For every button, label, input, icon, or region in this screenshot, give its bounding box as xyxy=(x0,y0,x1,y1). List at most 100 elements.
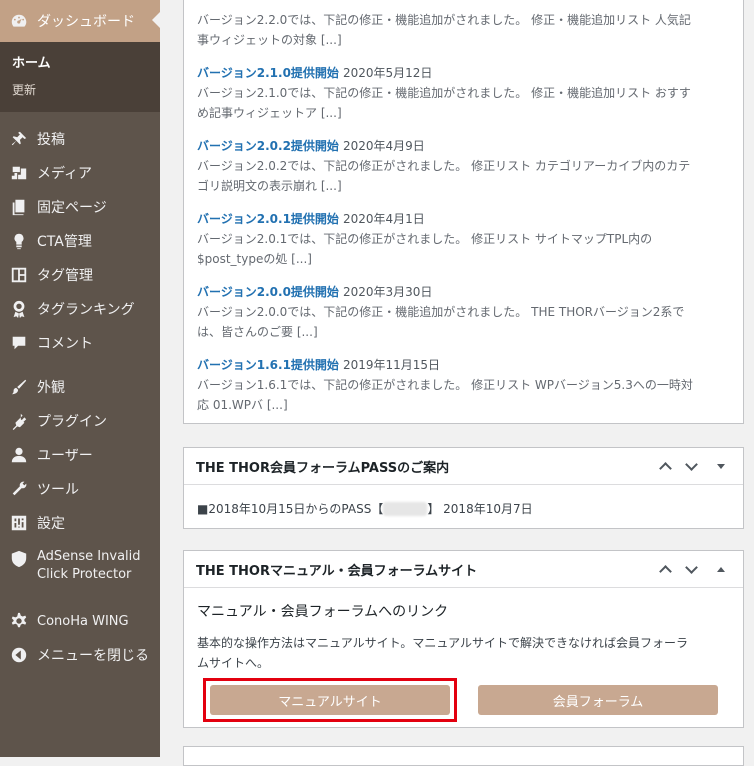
news-item: バージョン2.1.0提供開始 2020年5月12日 バージョン2.1.0では、下記… xyxy=(197,62,732,123)
news-excerpt: バージョン2.0.1では、下記の修正がされました。 修正リスト サイトマップTP… xyxy=(197,232,653,266)
sidebar-item-label: ツール xyxy=(37,482,79,498)
news-excerpt: バージョン2.2.0では、下記の修正・機能追加がされました。 修正・機能追加リス… xyxy=(197,13,691,47)
news-date: 2020年3月30日 xyxy=(342,285,433,299)
caret-down-icon xyxy=(717,463,725,469)
sidebar-item-label: AdSense Invalid Click Protector xyxy=(37,549,141,582)
theme-news-panel: バージョン2.2.0では、下記の修正・機能追加がされました。 修正・機能追加リス… xyxy=(183,0,744,424)
sidebar-item-label: メディア xyxy=(37,166,93,182)
sidebar-item-pages[interactable]: 固定ページ xyxy=(0,196,160,218)
news-title-link[interactable]: バージョン2.0.2提供開始 xyxy=(197,139,339,153)
sidebar-item-conoha[interactable]: ConoHa WING xyxy=(0,610,160,632)
highlight-box xyxy=(203,678,457,722)
page-icon xyxy=(9,197,29,217)
manual-forum-panel: THE THORマニュアル・会員フォーラムサイト マニュアル・会員フォーラムへの… xyxy=(183,550,744,728)
dashboard-icon xyxy=(9,11,29,31)
sidebar-item-label: コメント xyxy=(37,336,93,352)
sidebar-item-tools[interactable]: ツール xyxy=(0,478,160,500)
news-item: バージョン2.0.0提供開始 2020年3月30日 バージョン2.0.0では、下記… xyxy=(197,281,732,342)
redacted-password xyxy=(383,501,428,516)
wrench-icon xyxy=(9,479,29,499)
news-title-link[interactable]: バージョン2.0.1提供開始 xyxy=(197,212,339,226)
news-title-link[interactable]: バージョン1.6.1提供開始 xyxy=(197,358,339,372)
panel-header: THE THORマニュアル・会員フォーラムサイト xyxy=(184,551,743,588)
sidebar-item-label: 設定 xyxy=(37,516,65,532)
submenu-update[interactable]: 更新 xyxy=(12,81,36,98)
news-date: 2020年5月12日 xyxy=(342,66,433,80)
panel-title: THE THOR会員フォーラムPASSのご案内 xyxy=(196,460,450,476)
sidebar-item-appearance[interactable]: 外観 xyxy=(0,376,160,398)
sidebar-item-label: CTA管理 xyxy=(37,234,92,250)
media-icon xyxy=(9,163,29,183)
forum-pass-panel: THE THOR会員フォーラムPASSのご案内 ■2018年10月15日からのP… xyxy=(183,447,744,529)
lightbulb-icon xyxy=(9,231,29,251)
news-item: バージョン2.0.2提供開始 2020年4月9日 バージョン2.0.2では、下記の… xyxy=(197,135,732,196)
sidebar-item-adsense[interactable]: AdSense Invalid Click Protector xyxy=(0,548,160,588)
sidebar-item-label: ユーザー xyxy=(37,448,93,464)
sidebar-item-media[interactable]: メディア xyxy=(0,162,160,184)
gear-icon xyxy=(9,611,29,631)
sidebar-item-label: 固定ページ xyxy=(37,200,107,216)
pin-icon xyxy=(9,129,29,149)
move-up-button[interactable] xyxy=(655,559,675,579)
sidebar-item-label: メニューを閉じる xyxy=(37,648,149,664)
panel-subtitle: マニュアル・会員フォーラムへのリンク xyxy=(197,604,449,620)
news-item-partial: バージョン2.2.0では、下記の修正・機能追加がされました。 修正・機能追加リス… xyxy=(197,0,732,50)
news-item: バージョン1.6.1提供開始 2019年11月15日 バージョン1.6.1では、下… xyxy=(197,354,732,415)
admin-sidebar: ダッシュボード ホーム 更新 投稿 メディア 固定ページ CTA管理 タグ管理 … xyxy=(0,0,160,757)
news-excerpt: バージョン2.0.0では、下記の修正・機能追加がされました。 THE THORバ… xyxy=(197,305,685,339)
news-date: 2020年4月1日 xyxy=(342,212,425,226)
toggle-panel-button[interactable] xyxy=(711,456,731,476)
panel-title: THE THORマニュアル・会員フォーラムサイト xyxy=(196,563,478,579)
sidebar-item-tags[interactable]: タグ管理 xyxy=(0,264,160,286)
shield-icon xyxy=(9,549,29,569)
sidebar-item-label: ConoHa WING xyxy=(37,613,129,629)
sidebar-item-label: 投稿 xyxy=(37,132,65,148)
toggle-panel-button[interactable] xyxy=(711,559,731,579)
chevron-up-icon xyxy=(658,564,672,578)
news-title-link[interactable]: バージョン2.1.0提供開始 xyxy=(197,66,339,80)
news-date: 2020年4月9日 xyxy=(342,139,425,153)
submenu-home[interactable]: ホーム xyxy=(12,52,51,71)
move-down-button[interactable] xyxy=(681,456,701,476)
tag-icon xyxy=(9,265,29,285)
sidebar-item-label: タグランキング xyxy=(37,302,135,318)
brush-icon xyxy=(9,377,29,397)
member-forum-button[interactable]: 会員フォーラム xyxy=(478,685,718,715)
news-excerpt: バージョン1.6.1では、下記の修正がされました。 修正リスト WPバージョン5… xyxy=(197,378,693,412)
news-date: 2019年11月15日 xyxy=(342,358,441,372)
sidebar-item-plugins[interactable]: プラグイン xyxy=(0,410,160,432)
comment-icon xyxy=(9,333,29,353)
sidebar-item-cta[interactable]: CTA管理 xyxy=(0,230,160,252)
pass-info-text: ■2018年10月15日からのPASS【 】 2018年10月7日 xyxy=(197,501,533,516)
sidebar-item-label: プラグイン xyxy=(37,414,107,430)
news-title-link[interactable]: バージョン2.0.0提供開始 xyxy=(197,285,339,299)
plugin-icon xyxy=(9,411,29,431)
user-icon xyxy=(9,445,29,465)
news-item: バージョン2.0.1提供開始 2020年4月1日 バージョン2.0.1では、下記の… xyxy=(197,208,732,269)
next-panel-partial xyxy=(183,746,744,766)
sidebar-item-dashboard[interactable]: ダッシュボード xyxy=(0,0,160,42)
sidebar-item-posts[interactable]: 投稿 xyxy=(0,128,160,150)
move-up-button[interactable] xyxy=(655,456,675,476)
chevron-down-icon xyxy=(684,457,698,471)
sidebar-item-settings[interactable]: 設定 xyxy=(0,512,160,534)
panel-description: 基本的な操作方法はマニュアルサイト。マニュアルサイトで解決できなければ会員フォー… xyxy=(197,636,689,670)
panel-header: THE THOR会員フォーラムPASSのご案内 xyxy=(184,448,743,485)
active-notch xyxy=(152,12,160,28)
award-icon xyxy=(9,299,29,319)
sidebar-item-comments[interactable]: コメント xyxy=(0,332,160,354)
sidebar-item-label: 外観 xyxy=(37,380,65,396)
dashboard-submenu: ホーム 更新 xyxy=(0,42,160,112)
caret-up-icon xyxy=(717,566,725,572)
sidebar-item-tag-ranking[interactable]: タグランキング xyxy=(0,298,160,320)
sidebar-item-label: タグ管理 xyxy=(37,268,93,284)
sidebar-collapse-menu[interactable]: メニューを閉じる xyxy=(0,644,160,666)
chevron-up-icon xyxy=(658,461,672,475)
sidebar-item-users[interactable]: ユーザー xyxy=(0,444,160,466)
collapse-icon xyxy=(9,645,29,665)
news-excerpt: バージョン2.0.2では、下記の修正がされました。 修正リスト カテゴリアーカイ… xyxy=(197,159,691,193)
chevron-down-icon xyxy=(684,560,698,574)
settings-icon xyxy=(9,513,29,533)
news-excerpt: バージョン2.1.0では、下記の修正・機能追加がされました。 修正・機能追加リス… xyxy=(197,86,691,120)
move-down-button[interactable] xyxy=(681,559,701,579)
